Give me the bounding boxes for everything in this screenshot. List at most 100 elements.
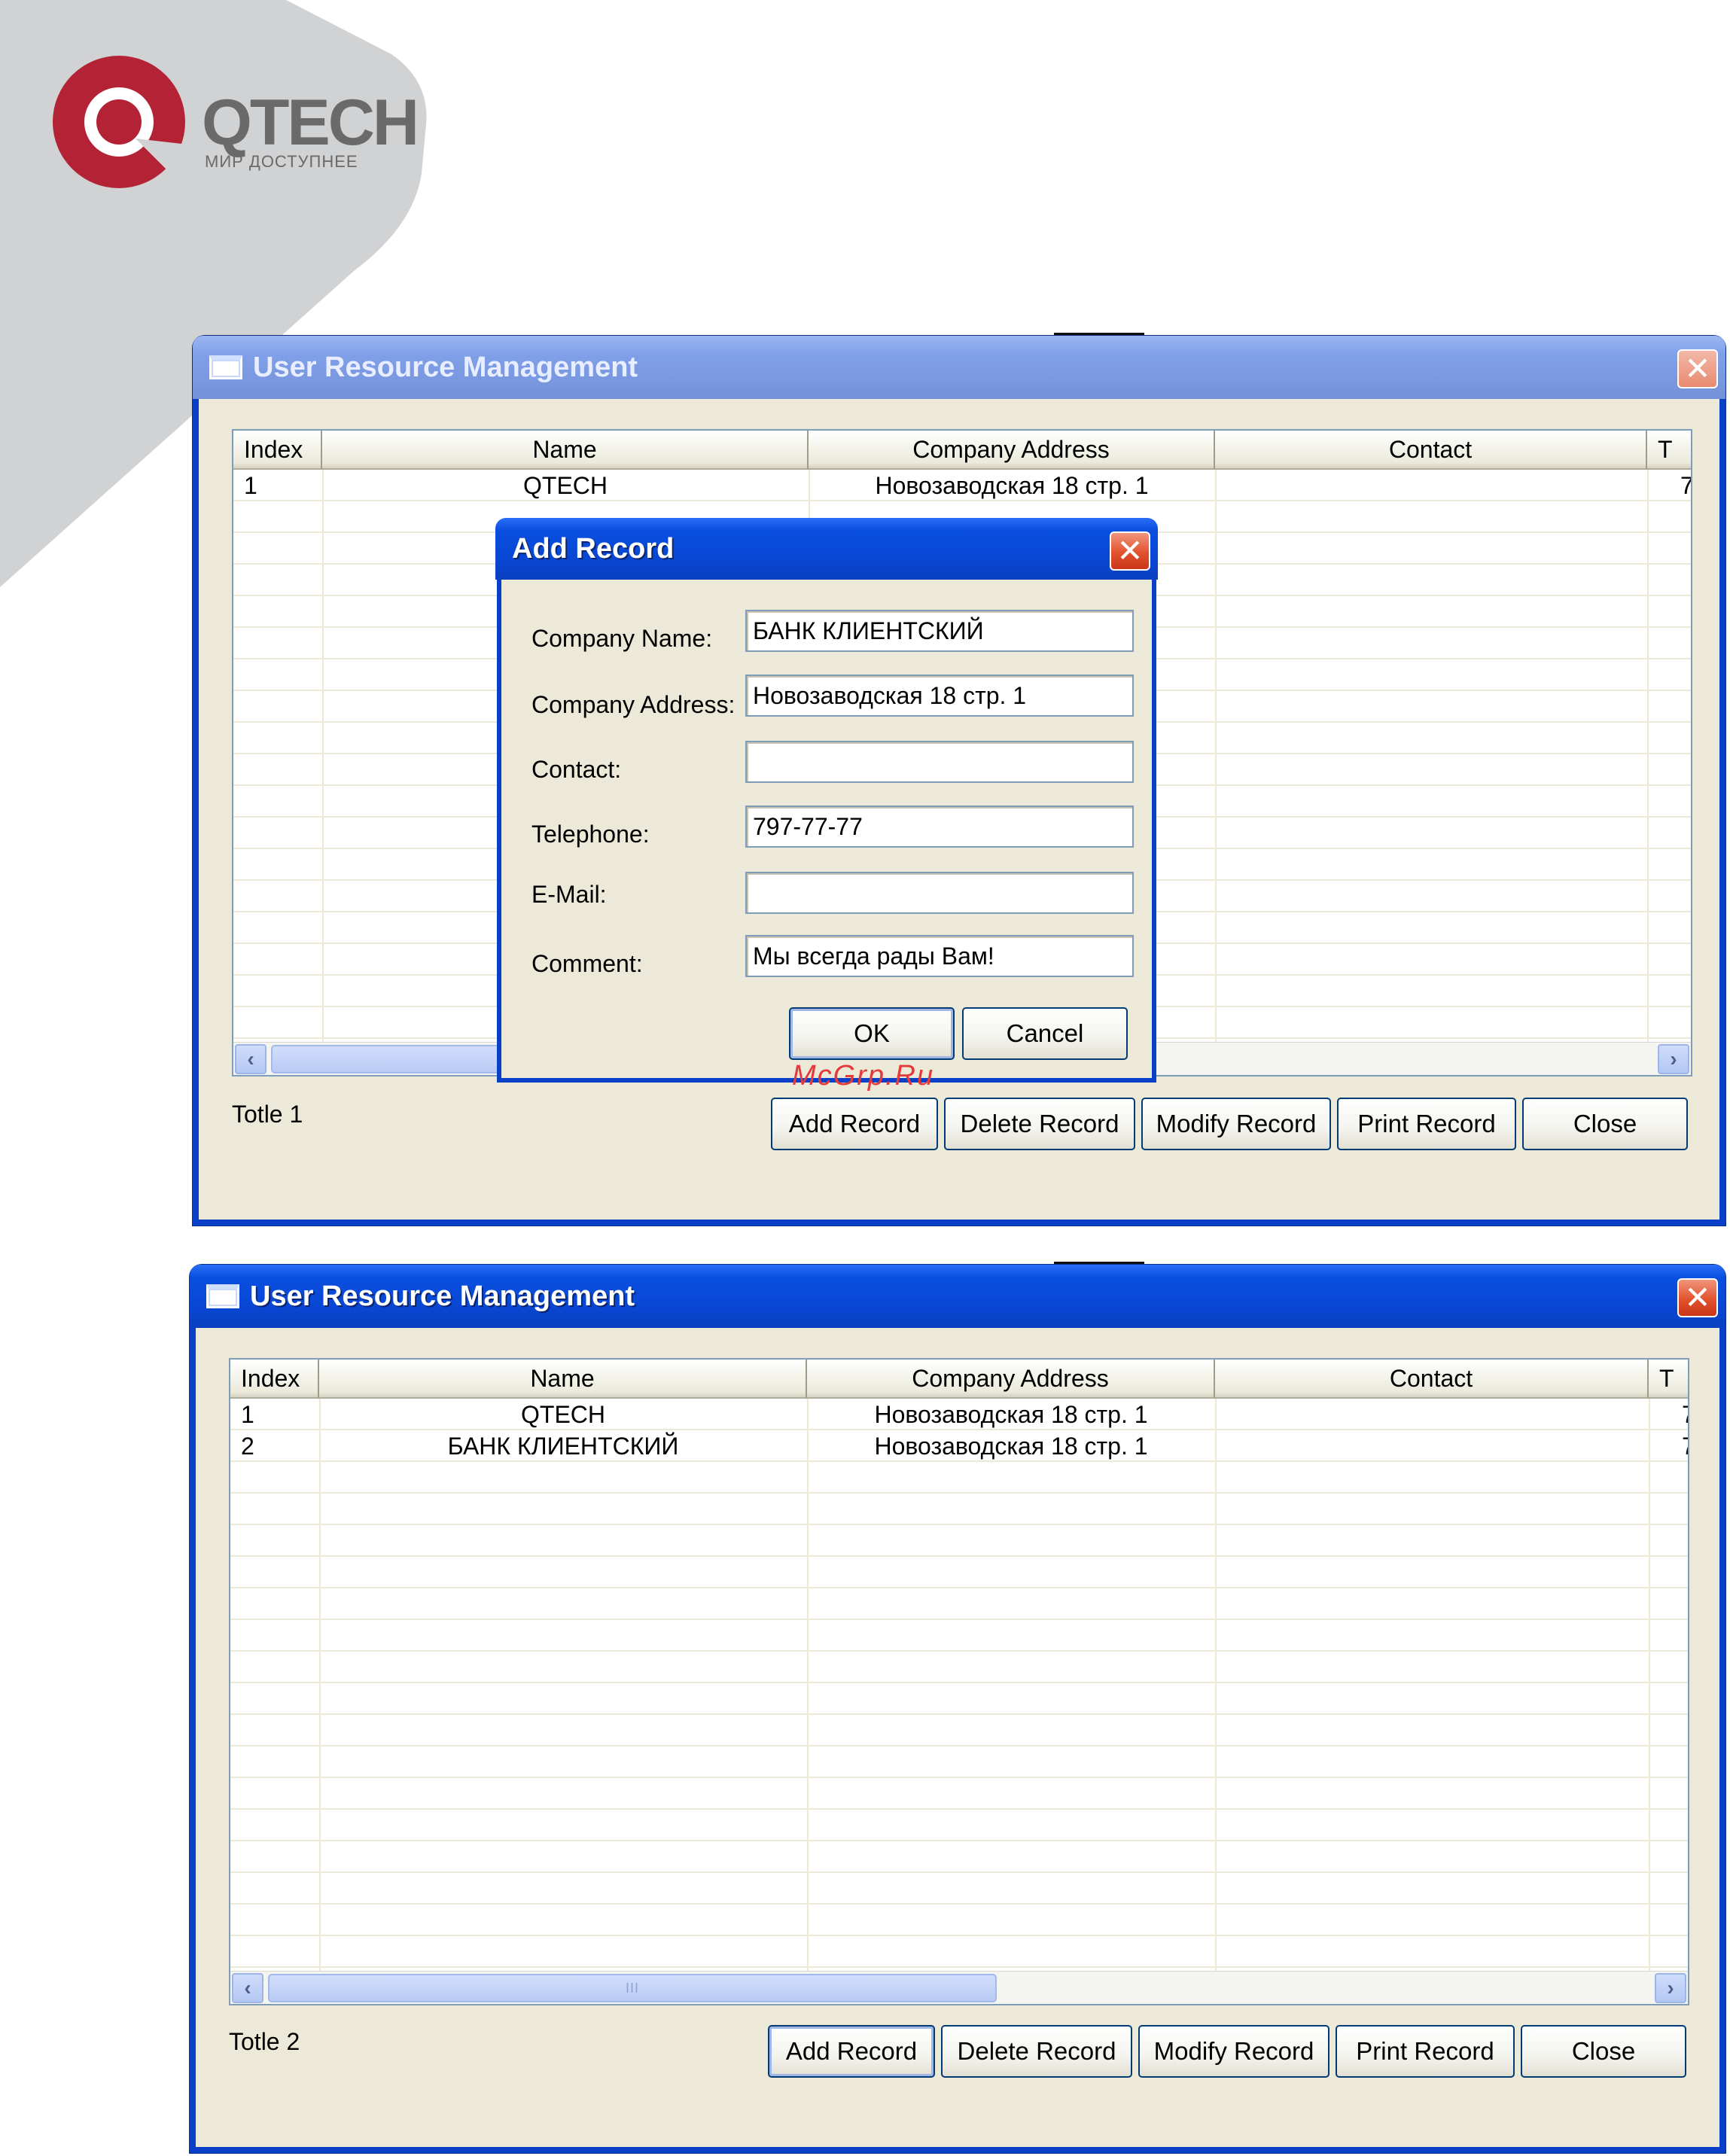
add-record-button[interactable]: Add Record [771,1098,938,1150]
window-app-icon [209,355,242,379]
window-app-icon [206,1284,239,1308]
cell-telephone: 7 [1649,1399,1688,1430]
logo-slogan: МИР ДОСТУПНЕЕ [205,152,358,171]
scan-artifact [1054,333,1144,335]
comment-field[interactable]: Мы всегда рады Вам! [745,935,1134,977]
delete-record-button[interactable]: Delete Record [944,1098,1135,1150]
add-record-button[interactable]: Add Record [768,2025,935,2078]
cell-name: QTECH [523,472,608,499]
column-divider [807,1399,809,1971]
column-header-contact[interactable]: Contact [1215,431,1647,470]
close-button[interactable]: Close [1522,1098,1688,1150]
dialog-title: Add Record [512,532,675,565]
company-name-field[interactable]: БАНК КЛИЕНТСКИЙ [745,610,1134,652]
cell-address: Новозаводская 18 стр. 1 [875,472,1149,499]
window-titlebar[interactable]: User Resource Management ✕ [193,336,1725,399]
cell-index: 1 [241,1401,254,1428]
dialog-titlebar[interactable]: Add Record ✕ [495,518,1158,580]
cell-telephone: 7 [1649,1430,1688,1462]
close-icon: ✕ [1684,350,1711,387]
cell-address: Новозаводская 18 стр. 1 [874,1433,1148,1460]
scroll-right-button[interactable]: › [1658,1044,1689,1074]
total-count: Totle 2 [229,2028,300,2055]
qtech-logo: QTECH МИР ДОСТУПНЕЕ [51,54,419,197]
column-header-index[interactable]: Index [230,1360,319,1399]
telephone-field[interactable]: 797-77-77 [745,805,1134,848]
cell-contact [1215,470,1647,501]
contact-label: Contact: [531,756,622,783]
table-row[interactable]: 2 БАНК КЛИЕНТСКИЙ Новозаводская 18 стр. … [230,1430,1688,1462]
table-row[interactable]: 1 QTECH Новозаводская 18 стр. 1 7 [230,1399,1688,1430]
chevron-left-icon: ‹ [247,1047,254,1070]
print-record-button[interactable]: Print Record [1336,2025,1515,2078]
scan-artifact [1054,1262,1144,1264]
cell-contact [1215,1399,1649,1430]
qtech-logo-mark [53,56,188,191]
scroll-right-button[interactable]: › [1655,1973,1686,2003]
email-label: E-Mail: [531,881,607,908]
cell-telephone: 7 [1647,470,1691,501]
scroll-left-button[interactable]: ‹ [232,1973,263,2003]
column-divider [319,1399,321,1971]
modify-record-button[interactable]: Modify Record [1138,2025,1329,2078]
company-address-label: Company Address: [531,691,736,718]
column-divider [322,470,324,1042]
column-header-company-address[interactable]: Company Address [809,431,1215,470]
window-client-area: Index Name Company Address Contact T 1 Q… [196,1328,1719,2147]
column-header-index[interactable]: Index [233,431,322,470]
close-button[interactable]: Close [1521,2025,1686,2078]
dialog-client-area: Company Name: БАНК КЛИЕНТСКИЙ Company Ad… [501,580,1152,1078]
logo-wordmark: QTECH [202,87,419,159]
cell-name: QTECH [521,1401,605,1428]
delete-record-button[interactable]: Delete Record [941,2025,1132,2078]
close-icon: ✕ [1684,1279,1711,1316]
window-title: User Resource Management [253,351,638,383]
window-titlebar[interactable]: User Resource Management ✕ [190,1265,1725,1328]
list-body [230,1399,1688,1971]
column-header-name[interactable]: Name [319,1360,807,1399]
close-icon: ✕ [1116,532,1144,569]
cell-index: 2 [241,1433,254,1460]
column-divider [1649,1399,1650,1971]
print-record-button[interactable]: Print Record [1337,1098,1516,1150]
scroll-thumb[interactable]: III [268,1974,997,2002]
cell-address: Новозаводская 18 стр. 1 [874,1401,1148,1428]
table-row[interactable]: 1 QTECH Новозаводская 18 стр. 1 7 [233,470,1691,501]
column-divider [1647,470,1649,1042]
column-header-name[interactable]: Name [322,431,809,470]
add-record-dialog: Add Record ✕ Company Name: БАНК КЛИЕНТСК… [495,518,1158,1083]
window-close-button[interactable]: ✕ [1677,1278,1718,1317]
modify-record-button[interactable]: Modify Record [1141,1098,1331,1150]
column-header-telephone[interactable]: T [1647,431,1691,470]
cell-name: БАНК КЛИЕНТСКИЙ [447,1433,679,1460]
cell-index: 1 [244,472,257,499]
user-resource-window-bottom: User Resource Management ✕ Index Name Co… [190,1265,1725,2153]
column-divider [1215,1399,1217,1971]
chevron-right-icon: › [1667,1976,1674,1999]
column-header-contact[interactable]: Contact [1215,1360,1649,1399]
telephone-label: Telephone: [531,821,650,848]
company-name-label: Company Name: [531,625,713,652]
cell-contact [1215,1430,1649,1462]
column-divider [1215,470,1217,1042]
ok-button[interactable]: OK [789,1007,955,1060]
company-address-field[interactable]: Новозаводская 18 стр. 1 [745,675,1134,717]
column-header-telephone[interactable]: T [1649,1360,1688,1399]
column-header-company-address[interactable]: Company Address [807,1360,1215,1399]
email-field[interactable] [745,872,1134,914]
horizontal-scrollbar[interactable]: ‹ III › [230,1971,1688,2004]
window-close-button[interactable]: ✕ [1677,349,1718,388]
contact-field[interactable] [745,741,1134,783]
list-header: Index Name Company Address Contact T [230,1360,1688,1399]
chevron-left-icon: ‹ [244,1976,251,1999]
total-count: Totle 1 [232,1101,303,1128]
list-header: Index Name Company Address Contact T [233,431,1691,470]
dialog-close-button[interactable]: ✕ [1110,531,1150,571]
watermark: McGrp.Ru [792,1060,935,1092]
cancel-button[interactable]: Cancel [962,1007,1128,1060]
chevron-right-icon: › [1670,1047,1677,1070]
scroll-left-button[interactable]: ‹ [235,1044,267,1074]
comment-label: Comment: [531,950,643,977]
records-list[interactable]: Index Name Company Address Contact T 1 Q… [229,1358,1689,2005]
window-title: User Resource Management [250,1280,635,1312]
